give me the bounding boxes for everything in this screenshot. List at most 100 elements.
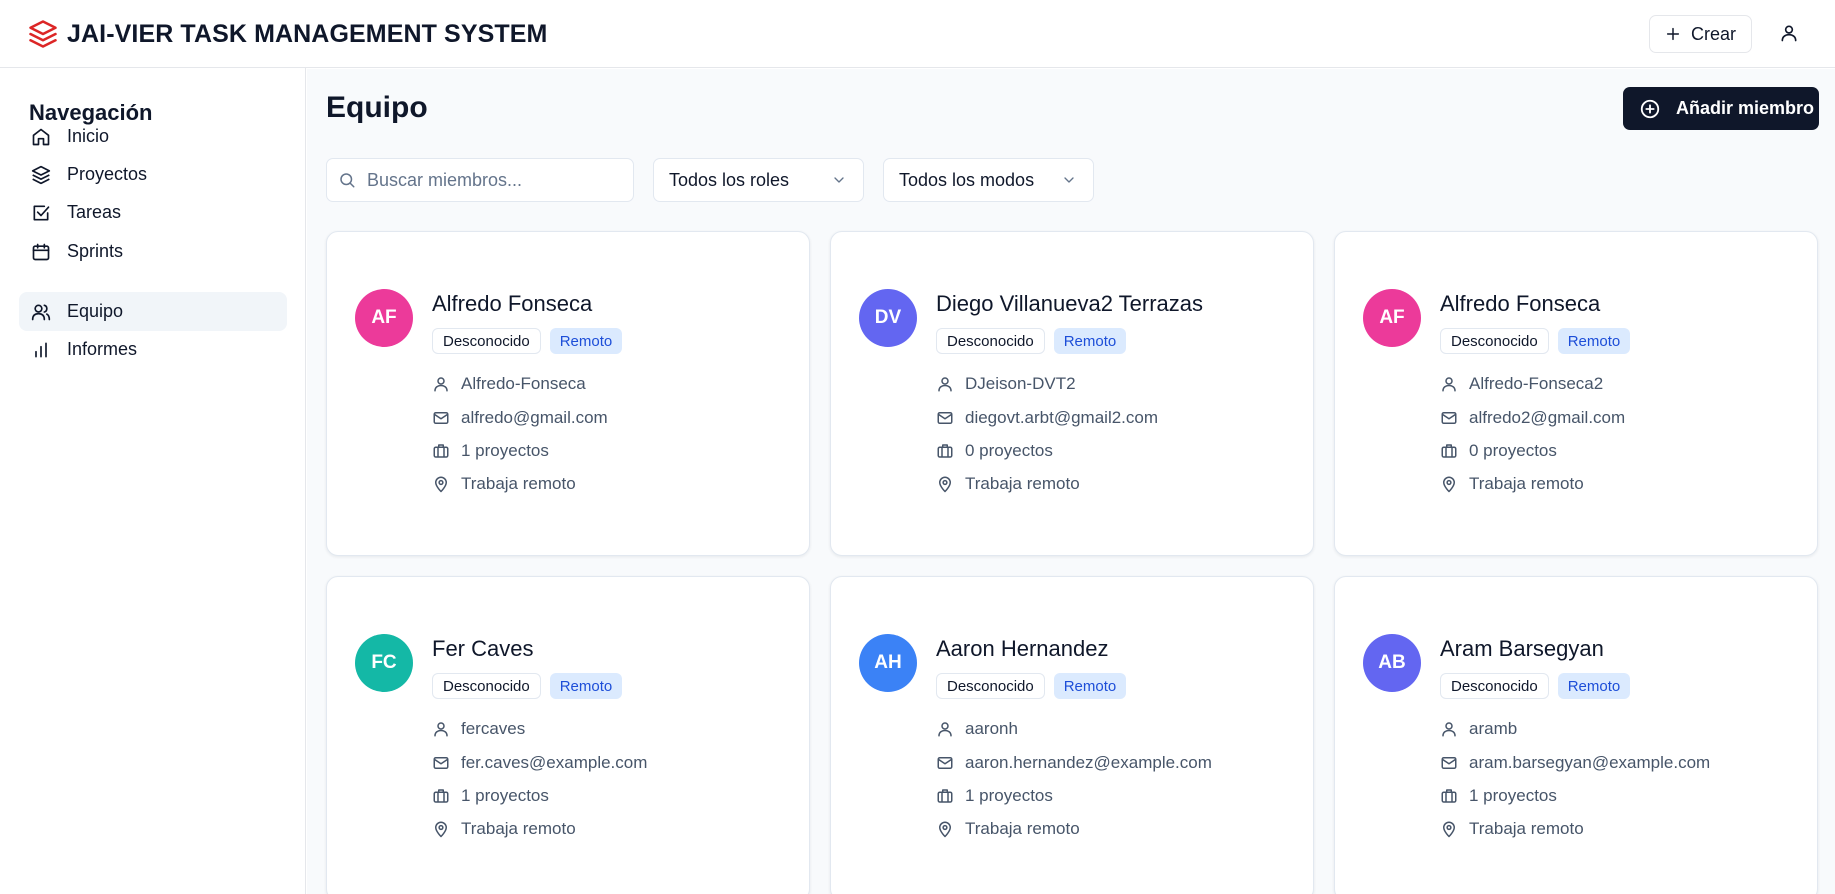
projects-text: 0 proyectos	[965, 441, 1053, 460]
add-member-button[interactable]: Añadir miembro	[1623, 87, 1819, 130]
mode-badge: Remoto	[549, 673, 623, 699]
briefcase-icon	[1441, 444, 1457, 458]
member-email: alfredo2@gmail.com	[1440, 406, 1625, 430]
user-menu-button[interactable]	[1776, 20, 1802, 46]
location-text: Trabaja remoto	[461, 474, 576, 493]
member-projects: 1 proyectos	[432, 784, 549, 808]
member-projects: 1 proyectos	[1440, 784, 1557, 808]
projects-text: 1 proyectos	[1469, 786, 1557, 805]
home-icon	[32, 128, 50, 145]
sidebar-item-equipo[interactable]: Equipo	[19, 292, 287, 331]
mail-icon	[1441, 757, 1457, 769]
member-username: fercaves	[432, 717, 525, 741]
plus-circle-icon	[1640, 99, 1660, 118]
member-username: Alfredo-Fonseca	[432, 372, 586, 396]
briefcase-icon	[433, 444, 449, 458]
member-username: aramb	[1440, 717, 1517, 741]
member-email: diegovt.arbt@gmail2.com	[936, 406, 1158, 430]
user-icon	[434, 722, 448, 737]
add-member-label: Añadir miembro	[1676, 98, 1815, 118]
main-content: Equipo Añadir miembro Todos los roles To…	[307, 69, 1835, 894]
sidebar-item-tareas[interactable]: Tareas	[19, 193, 287, 232]
member-badges: Desconocido Remoto	[936, 328, 1127, 354]
member-card[interactable]: AB Aram Barsegyan Desconocido Remoto ara…	[1334, 576, 1818, 894]
member-card[interactable]: AH Aaron Hernandez Desconocido Remoto aa…	[830, 576, 1314, 894]
sidebar-item-inicio[interactable]: Inicio	[19, 117, 287, 156]
chevron-down-icon	[834, 177, 844, 183]
briefcase-icon	[433, 789, 449, 803]
member-name: Alfredo Fonseca	[1440, 291, 1601, 316]
layers-logo-icon	[29, 20, 57, 48]
location-text: Trabaja remoto	[461, 819, 576, 838]
chevron-down-icon	[1064, 177, 1074, 183]
member-badges: Desconocido Remoto	[432, 673, 623, 699]
create-button[interactable]: Crear	[1649, 15, 1752, 53]
location-text: Trabaja remoto	[965, 474, 1080, 493]
role-filter-select[interactable]: Todos los roles	[653, 158, 864, 202]
username-text: aaronh	[965, 719, 1018, 738]
avatar: DV	[859, 289, 917, 347]
user-icon	[1781, 25, 1797, 42]
status-badge: Desconocido	[936, 673, 1045, 699]
status-badge: Desconocido	[936, 328, 1045, 354]
bar-chart-icon	[35, 342, 47, 357]
projects-text: 1 proyectos	[965, 786, 1053, 805]
status-badge: Desconocido	[1440, 673, 1549, 699]
username-text: Alfredo-Fonseca	[461, 374, 586, 393]
map-pin-icon	[939, 476, 951, 493]
page-title: Equipo	[326, 91, 428, 124]
member-username: Alfredo-Fonseca2	[1440, 372, 1603, 396]
member-location: Trabaja remoto	[432, 472, 576, 496]
member-badges: Desconocido Remoto	[1440, 328, 1631, 354]
sidebar-item-label: Equipo	[67, 301, 124, 321]
mode-badge: Remoto	[1557, 328, 1631, 354]
mail-icon	[937, 757, 953, 769]
mail-icon	[433, 757, 449, 769]
status-badge: Desconocido	[1440, 328, 1549, 354]
email-text: fer.caves@example.com	[461, 753, 648, 772]
projects-text: 0 proyectos	[1469, 441, 1557, 460]
mode-badge: Remoto	[549, 328, 623, 354]
username-text: DJeison-DVT2	[965, 374, 1076, 393]
member-name: Diego Villanueva2 Terrazas	[936, 291, 1204, 316]
member-card[interactable]: AF Alfredo Fonseca Desconocido Remoto Al…	[326, 231, 810, 556]
sidebar-item-informes[interactable]: Informes	[19, 330, 287, 369]
create-button-label: Crear	[1690, 23, 1736, 44]
member-location: Trabaja remoto	[1440, 472, 1584, 496]
sidebar-item-label: Tareas	[67, 202, 122, 222]
email-text: alfredo@gmail.com	[461, 408, 608, 427]
app-title: JAI-VIER TASK MANAGEMENT SYSTEM	[67, 19, 548, 48]
member-card[interactable]: AF Alfredo Fonseca Desconocido Remoto Al…	[1334, 231, 1818, 556]
member-location: Trabaja remoto	[936, 472, 1080, 496]
member-name: Aram Barsegyan	[1440, 636, 1604, 661]
member-card[interactable]: FC Fer Caves Desconocido Remoto fercaves…	[326, 576, 810, 894]
layers-icon	[31, 165, 51, 184]
location-text: Trabaja remoto	[1469, 474, 1584, 493]
mode-badge: Remoto	[1053, 673, 1127, 699]
search-input[interactable]	[367, 166, 617, 194]
email-text: diegovt.arbt@gmail2.com	[965, 408, 1159, 427]
location-text: Trabaja remoto	[965, 819, 1080, 838]
search-box[interactable]	[326, 158, 634, 202]
member-location: Trabaja remoto	[1440, 817, 1584, 841]
sidebar-item-label: Inicio	[67, 126, 110, 146]
avatar: FC	[355, 634, 413, 692]
map-pin-icon	[435, 821, 447, 838]
username-text: Alfredo-Fonseca2	[1469, 374, 1604, 393]
plus-icon	[1666, 27, 1680, 41]
top-header: JAI-VIER TASK MANAGEMENT SYSTEM Crear	[0, 0, 1835, 68]
member-card[interactable]: DV Diego Villanueva2 Terrazas Desconocid…	[830, 231, 1314, 556]
sidebar-item-proyectos[interactable]: Proyectos	[19, 155, 287, 194]
avatar: AH	[859, 634, 917, 692]
briefcase-icon	[1441, 789, 1457, 803]
brand[interactable]: JAI-VIER TASK MANAGEMENT SYSTEM	[28, 19, 547, 49]
status-badge: Desconocido	[432, 328, 541, 354]
mode-badge: Remoto	[1557, 673, 1631, 699]
calendar-icon	[32, 243, 50, 260]
map-pin-icon	[1443, 821, 1455, 838]
mode-filter-select[interactable]: Todos los modos	[883, 158, 1094, 202]
sidebar-item-sprints[interactable]: Sprints	[19, 232, 287, 271]
email-text: aaron.hernandez@example.com	[965, 753, 1212, 772]
projects-text: 1 proyectos	[461, 786, 549, 805]
member-location: Trabaja remoto	[936, 817, 1080, 841]
